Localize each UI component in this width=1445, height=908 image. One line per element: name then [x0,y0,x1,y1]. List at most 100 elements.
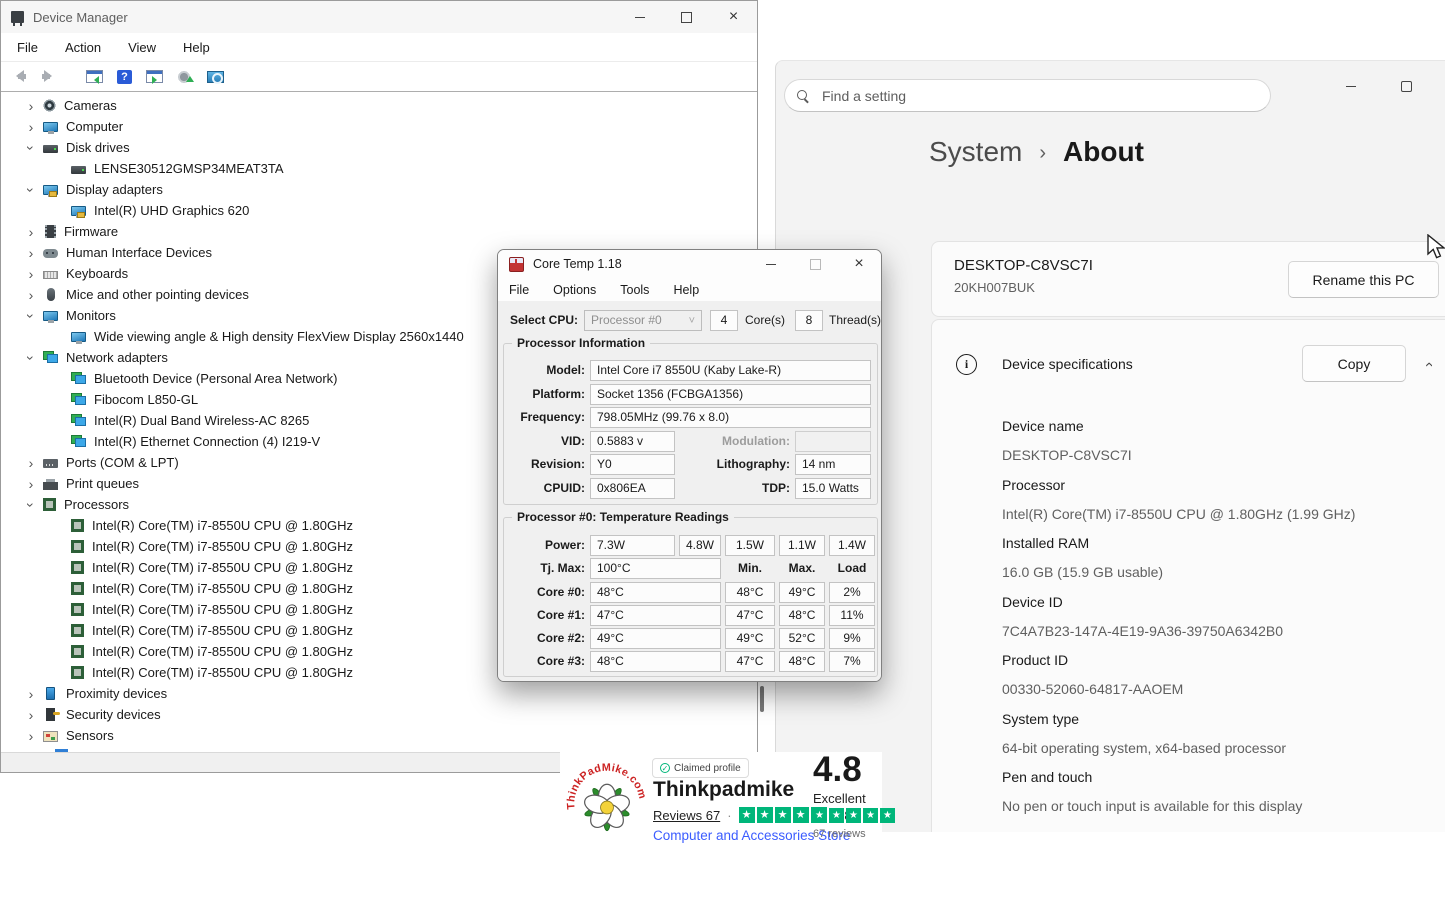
tree-item[interactable]: LENSE30512GMSP34MEAT3TA [1,158,755,179]
chevron-right-icon[interactable] [23,99,39,113]
tree-item-label: Intel(R) Core(TM) i7-8550U CPU @ 1.80GHz [92,560,353,575]
help-icon[interactable]: ? [117,69,132,84]
tree-item[interactable]: Display adapters [1,179,755,200]
platform-value: Socket 1356 (FCBGA1356) [590,384,871,405]
core-label: Core #0: [536,585,585,599]
core-label: Core #1: [536,608,585,622]
chevron-right-icon[interactable] [23,687,39,701]
star-icon [774,807,791,823]
tree-item[interactable]: Disk drives [1,137,755,158]
tree-item-label: Processors [64,497,130,512]
spec-item: Processor Intel(R) Core(TM) i7-8550U CPU… [1002,474,1445,533]
chevron-right-icon[interactable] [23,477,39,491]
model-label: Model: [546,363,585,377]
minimize-icon [766,263,776,265]
maximize-button[interactable] [793,250,837,278]
menu-tools[interactable]: Tools [620,283,649,297]
chevron-right-icon[interactable] [23,288,39,302]
tree-item[interactable]: Sensors [1,725,755,746]
tree-item[interactable]: Firmware [1,221,755,242]
tree-item-label: Intel(R) UHD Graphics 620 [94,203,250,218]
scan-hardware-icon[interactable] [207,70,224,84]
core-temp-titlebar[interactable]: Core Temp 1.18 × [498,250,881,278]
load-header: Load [837,561,867,575]
device-icon [43,310,58,323]
menu-options[interactable]: Options [553,283,596,297]
menu-file[interactable]: File [509,283,529,297]
menu-help[interactable]: Help [673,283,699,297]
back-icon[interactable] [9,69,31,84]
tree-item[interactable]: Proximity devices [1,683,755,704]
tree-item[interactable]: Cameras [1,95,755,116]
chevron-right-icon[interactable] [24,182,38,198]
tree-item[interactable]: Computer [1,116,755,137]
chevron-right-icon[interactable] [23,708,39,722]
maximize-button[interactable] [663,1,710,33]
power-label: Power: [544,538,585,552]
processor-information-group: Processor Information Model: Intel Core … [503,336,878,505]
device-icon [43,121,58,134]
core-min-temp: 47°C [725,605,775,626]
close-button[interactable]: × [837,250,881,278]
search-input[interactable] [820,86,1258,105]
menu-help[interactable]: Help [183,40,210,55]
minimize-button[interactable] [1329,71,1373,101]
core-max-temp: 49°C [779,582,825,603]
copy-button[interactable]: Copy [1302,345,1406,382]
chevron-right-icon[interactable] [23,456,39,470]
update-driver-icon[interactable] [177,69,194,84]
vid-value: 0.5883 v [590,431,675,452]
breadcrumb-system[interactable]: System [929,136,1022,168]
chevron-right-icon[interactable] [24,497,38,513]
menu-bar: File Action View Help [1,33,757,62]
menu-file[interactable]: File [17,40,38,55]
cpu-select-row: Select CPU: Processor #0 4 Core(s) 8 Thr… [498,310,881,331]
device-icon [71,414,86,427]
star-icon [738,807,755,823]
star-rating [812,808,895,823]
spec-label: Product ID [1002,652,1069,668]
show-properties-icon[interactable] [86,70,103,84]
settings-search[interactable] [784,79,1271,112]
maximize-button[interactable] [1384,71,1428,101]
minimize-button[interactable] [616,1,663,33]
chevron-right-icon[interactable] [23,246,39,260]
device-manager-titlebar[interactable]: Device Manager × [1,1,757,33]
close-button[interactable]: × [710,1,757,33]
core-min-temp: 47°C [725,651,775,672]
chevron-right-icon[interactable] [24,308,38,324]
thread-count-label: Thread(s) [829,313,882,327]
cpu-selector-dropdown[interactable]: Processor #0 [584,310,702,331]
spec-label: Device ID [1002,593,1063,610]
tree-item[interactable]: Security devices [1,704,755,725]
spec-value: 00330-52060-64817-AAOEM [1002,681,1184,697]
chevron-right-icon[interactable] [24,350,38,366]
chevron-right-icon[interactable] [23,729,39,743]
scrollbar-thumb[interactable] [760,686,764,712]
device-icon [43,730,58,742]
chevron-right-icon[interactable] [23,120,39,134]
menu-action[interactable]: Action [65,40,101,55]
minimize-button[interactable] [749,250,793,278]
show-window-icon[interactable] [146,70,163,84]
tree-item-label: Proximity devices [66,686,168,701]
spec-item: Pen and touch No pen or touch input is a… [1002,766,1445,825]
frequency-label: Frequency: [520,410,585,424]
tdp-label: TDP: [762,481,790,495]
chevron-up-icon[interactable] [1420,362,1437,367]
tree-item-label: Cameras [64,98,117,113]
chevron-right-icon[interactable] [24,140,38,156]
forward-icon[interactable] [37,69,59,84]
menu-view[interactable]: View [128,40,156,55]
chevron-right-icon[interactable] [23,267,39,281]
rename-pc-button[interactable]: Rename this PC [1288,261,1439,298]
tree-item[interactable]: Intel(R) UHD Graphics 620 [1,200,755,221]
select-cpu-label: Select CPU: [509,313,578,327]
search-icon [797,89,809,102]
thread-count: 8 [795,310,823,331]
core-count-label: Core(s) [745,313,786,327]
reviews-link[interactable]: Reviews 67 [653,808,720,823]
chevron-right-icon[interactable] [23,225,39,239]
cpuid-label: CPUID: [543,481,585,495]
temperature-readings-group: Processor #0: Temperature Readings Power… [503,510,878,677]
